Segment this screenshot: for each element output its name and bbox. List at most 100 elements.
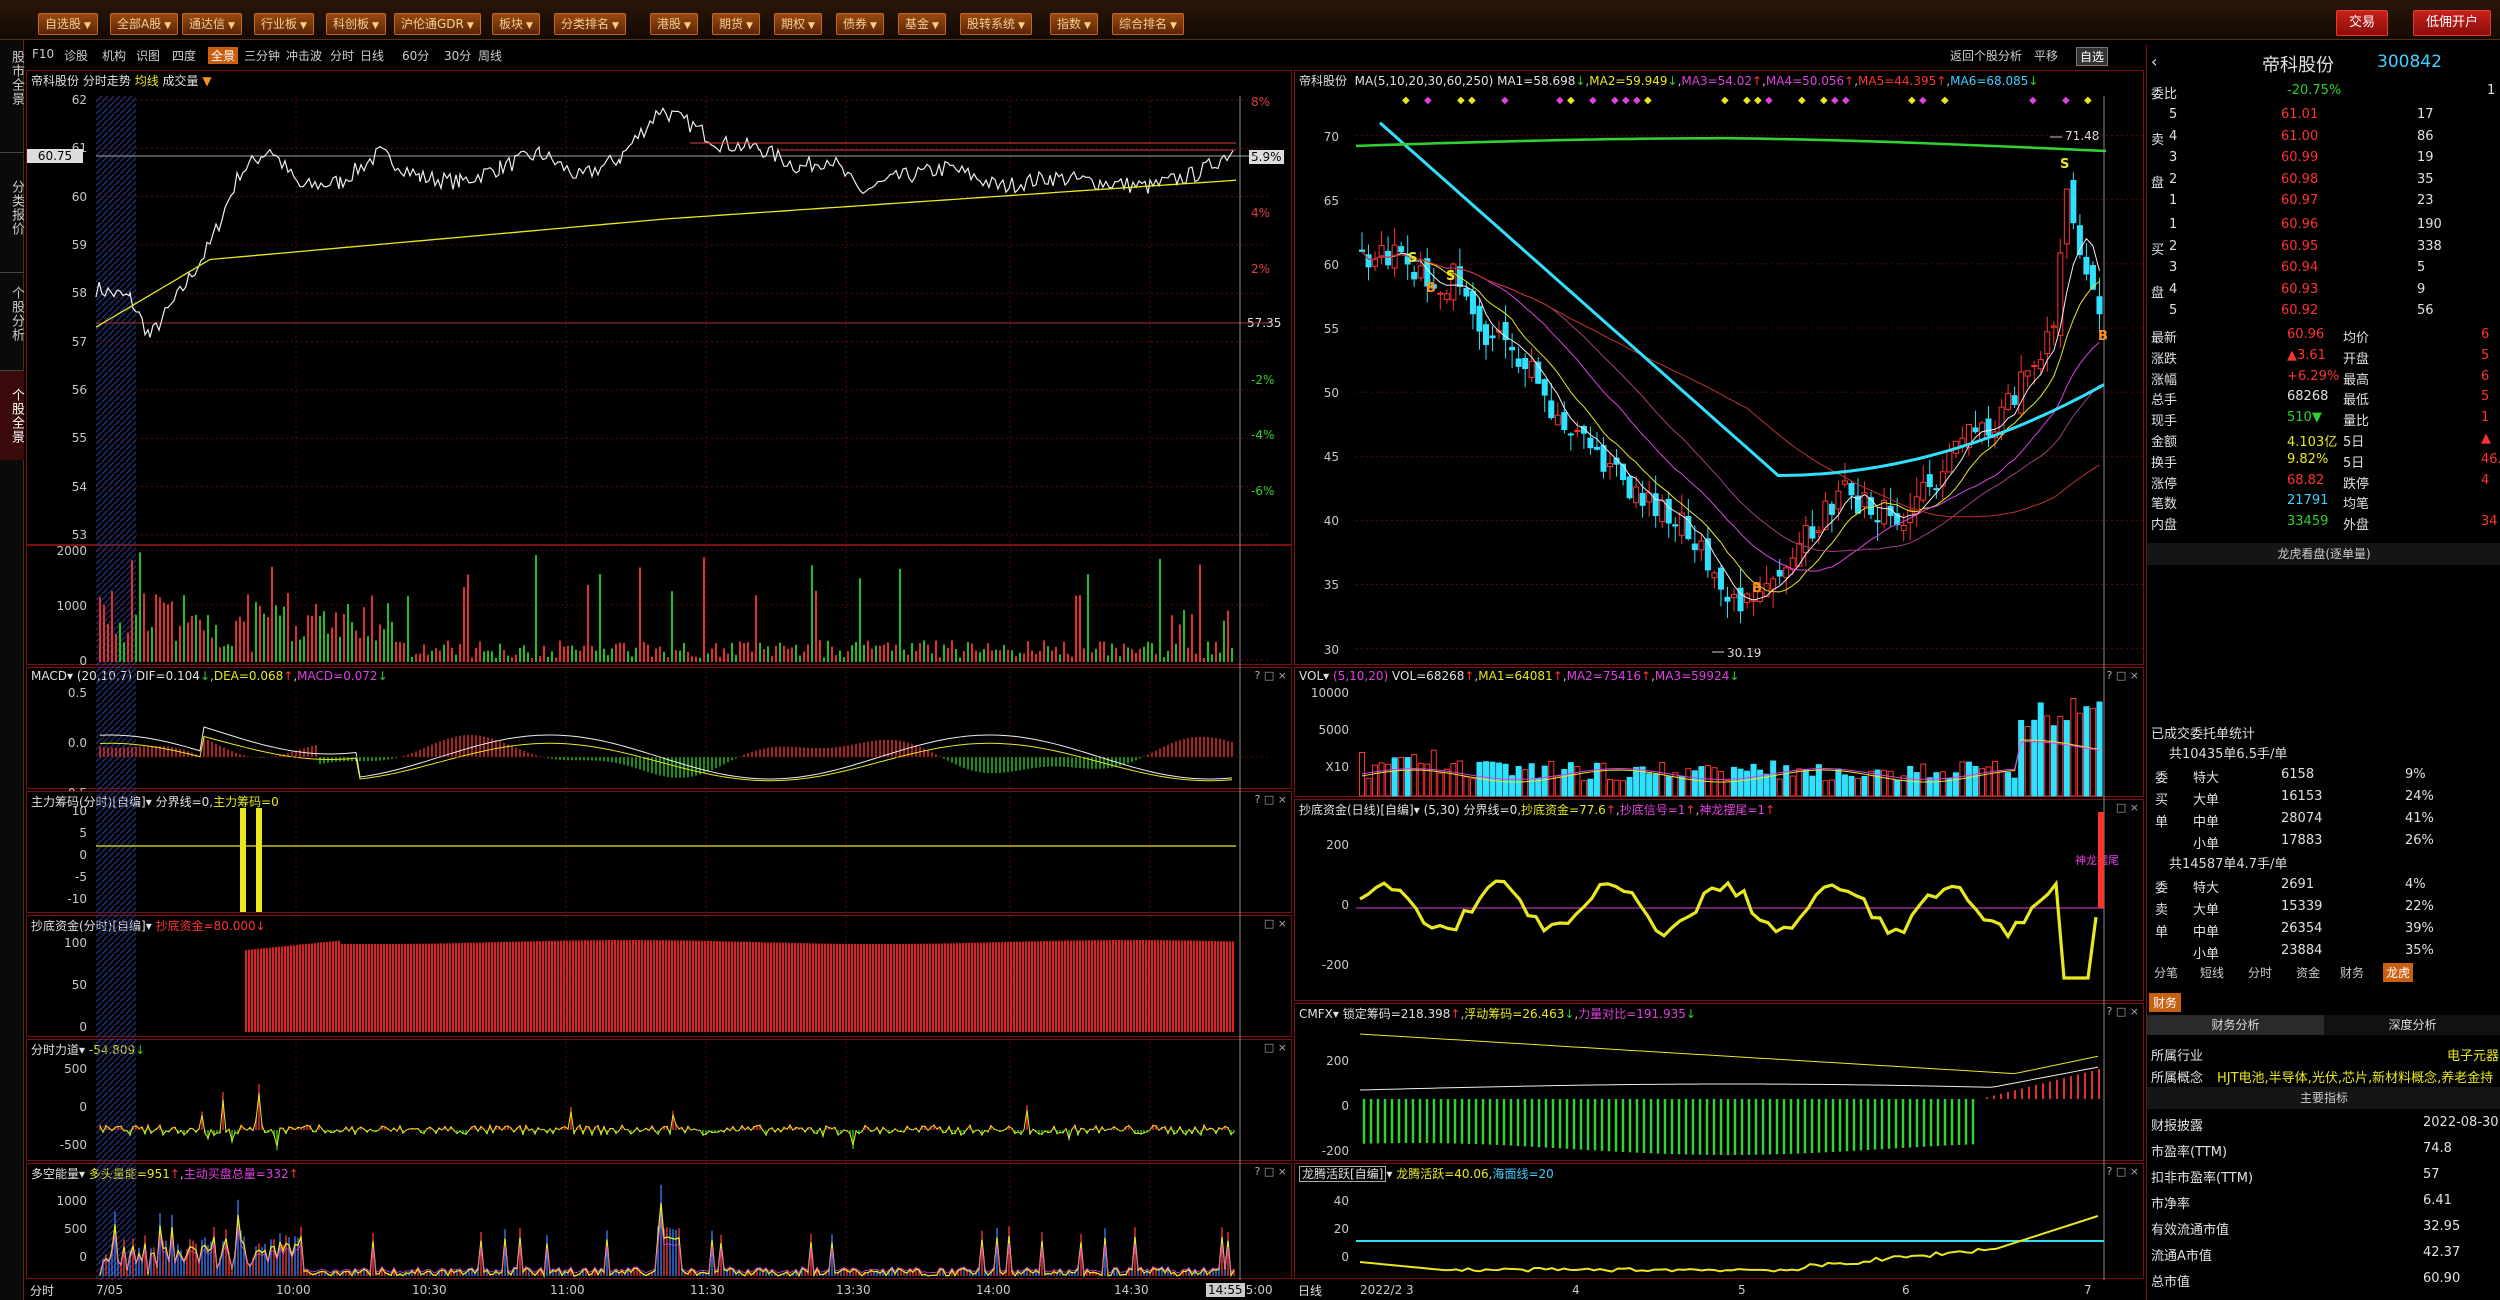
fin-label: 市净率 [2151, 1197, 2191, 1212]
fin-subtab-1[interactable]: 深度分析 [2324, 1015, 2500, 1035]
concept-label: 所属概念 [2151, 1071, 2204, 1086]
kline-candle [1574, 429, 1581, 432]
stat-value-2: 1 [2481, 410, 2490, 426]
svg-text:B: B [2098, 329, 2108, 344]
buy-price: 60.92 [2281, 303, 2319, 318]
buy-row: 3 60.94 5 [2147, 258, 2500, 278]
buy-volume: 9 [2417, 281, 2426, 297]
kline-candle [2037, 359, 2044, 370]
svg-text:◆: ◆ [1611, 95, 1619, 106]
kline-candle [1881, 499, 1888, 525]
buy-level: 2 [2169, 238, 2178, 254]
stat-label: 总手 [2151, 393, 2178, 409]
sell-volume: 86 [2417, 128, 2434, 144]
order-volume: 15339 [2281, 899, 2323, 914]
stat-row: 金额 4.103亿 5日 ▲ [2147, 429, 2500, 450]
fin-value: 2022-08-30 [2423, 1115, 2499, 1130]
svg-text:◆: ◆ [1567, 95, 1575, 106]
stat-label: 换手 [2151, 455, 2178, 471]
stat-value-2: 5 [2481, 389, 2490, 405]
stat-label: 金额 [2151, 435, 2178, 450]
order-size-label: 特大 [2193, 881, 2220, 896]
kline-candle [1639, 492, 1646, 506]
order-size-label: 大单 [2193, 793, 2220, 808]
stat-row: 笔数 21791 均笔 [2147, 491, 2500, 513]
side-char: 卖 [2155, 903, 2169, 918]
kline-candle [1848, 483, 1855, 496]
quote-tab-4[interactable]: 财务 [2337, 963, 2367, 982]
stat-label-2: 均笔 [2343, 497, 2370, 513]
kline-candle [1770, 578, 1777, 590]
sell-volume: 19 [2417, 150, 2434, 165]
stat-value: ▲3.61 [2287, 347, 2326, 363]
kline-candle [1483, 324, 1489, 345]
kline-candle [1587, 437, 1594, 449]
quote-stock-name: 帝科股份 [2262, 55, 2334, 76]
buy-price: 60.96 [2281, 217, 2319, 232]
svg-text:◆: ◆ [1556, 95, 1564, 106]
order-size-label: 中单 [2193, 815, 2220, 830]
buy-volume: 190 [2417, 217, 2442, 232]
weibi-value: -20.75% [2287, 83, 2342, 98]
sell-row: 3 60.99 19 [2147, 148, 2500, 168]
sell-price: 60.98 [2281, 171, 2319, 187]
weibi-diff: 1 [2487, 83, 2496, 98]
kline-candle [2096, 296, 2103, 315]
back-chevron-icon[interactable]: ‹ [2151, 52, 2157, 71]
kline-candle [1946, 450, 1953, 473]
kline-candle [1626, 476, 1633, 499]
sell-level: 1 [2169, 193, 2178, 208]
entrust-title: 已成交委托单统计 [2151, 727, 2256, 742]
buy-price: 60.93 [2281, 281, 2319, 297]
industry-label: 所属行业 [2151, 1049, 2204, 1064]
fin-tab[interactable]: 财务 [2149, 993, 2182, 1012]
quote-tab-2[interactable]: 分时 [2245, 963, 2275, 982]
svg-text:S: S [2060, 157, 2069, 172]
buy-entrust-row: 委 特大 6158 9% [2147, 765, 2500, 786]
order-volume: 17883 [2281, 833, 2323, 848]
sell-price: 60.99 [2281, 150, 2319, 165]
pan-label: 盘 [2151, 175, 2165, 191]
concept-row: 所属概念 HJT电池,半导体,光伏,芯片,新材料概念,养老金持 [2147, 1065, 2500, 1086]
side-char: 买 [2155, 793, 2169, 808]
stat-label-2: 开盘 [2343, 351, 2370, 367]
kline-candle [1933, 488, 1940, 491]
stat-label: 最新 [2151, 331, 2178, 346]
quote-tab-3[interactable]: 资金 [2293, 963, 2323, 982]
kline-candle [1469, 290, 1476, 315]
stat-label-2: 跌停 [2343, 476, 2370, 492]
fin-subtab-0[interactable]: 财务分析 [2147, 1015, 2324, 1035]
stat-label-2: 最低 [2343, 393, 2370, 409]
kline-candle [1554, 414, 1561, 426]
kline-candle [2018, 371, 2025, 414]
fin-value: 42.37 [2423, 1245, 2461, 1260]
stat-row: 换手 9.82% 5日 46. [2147, 450, 2500, 471]
order-pct: 26% [2405, 833, 2434, 848]
sell-price: 61.01 [2281, 107, 2319, 122]
kline-candle [1868, 497, 1875, 515]
stat-value: 510▼ [2287, 410, 2322, 426]
kline-candle [1783, 567, 1790, 578]
quote-tab-0[interactable]: 分笔 [2151, 963, 2181, 982]
buy-row: 5 60.92 56 [2147, 301, 2500, 321]
sell-row: 5 61.01 17 [2147, 105, 2500, 125]
sell-row: 1 60.97 23 [2147, 191, 2500, 211]
svg-text:S: S [1408, 251, 1417, 266]
kline-candle [1822, 500, 1829, 531]
weibi-label: 委比 [2151, 87, 2178, 102]
quote-tab-5[interactable]: 龙虎 [2383, 963, 2414, 982]
svg-text:◆: ◆ [2084, 95, 2092, 106]
stat-value-2: 34 [2481, 514, 2498, 530]
buy-volume: 5 [2417, 260, 2426, 275]
side-char: 单 [2155, 815, 2169, 830]
buy-price: 60.94 [2281, 260, 2319, 275]
quote-tab-1[interactable]: 短线 [2197, 963, 2227, 982]
stat-row: 涨跌 ▲3.61 开盘 5 [2147, 346, 2500, 367]
buy-entrust-row: 买 大单 16153 24% [2147, 787, 2500, 808]
fin-row: 有效流通市值 32.95 [2147, 1217, 2500, 1238]
svg-text:B: B [1752, 581, 1762, 596]
buy-row: 4 60.93 9 盘 [2147, 280, 2500, 301]
stat-value: 68268 [2287, 389, 2329, 405]
fin-row: 市盈率(TTM) 74.8 [2147, 1139, 2500, 1160]
svg-text:◆: ◆ [1501, 95, 1509, 106]
